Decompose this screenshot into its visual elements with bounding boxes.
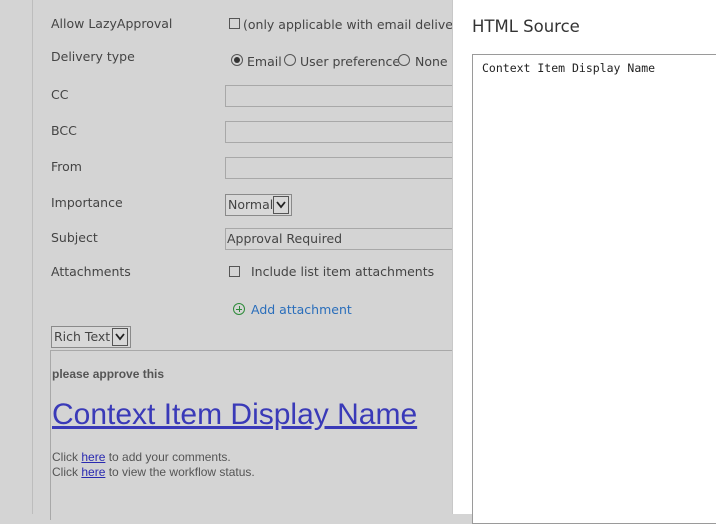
line1-suffix: to add your comments. xyxy=(105,450,231,464)
subject-field[interactable]: Approval Required xyxy=(225,228,455,250)
cc-field[interactable] xyxy=(225,85,455,107)
panel-title: HTML Source xyxy=(472,17,580,36)
include-attachments-checkbox[interactable] xyxy=(229,266,240,277)
line1-prefix: Click xyxy=(52,450,82,464)
delivery-user-preference-radio[interactable] xyxy=(284,54,296,66)
editor-line-1: Click here to add your comments. xyxy=(52,450,231,464)
add-attachment-link[interactable]: Add attachment xyxy=(251,302,352,317)
attachments-label: Attachments xyxy=(51,264,131,279)
editor-intro-text: please approve this xyxy=(52,367,165,381)
importance-value: Normal xyxy=(228,197,274,212)
importance-label: Importance xyxy=(51,195,123,210)
include-attachments-label: Include list item attachments xyxy=(251,264,435,279)
delivery-none-radio[interactable] xyxy=(398,54,410,66)
cc-label: CC xyxy=(51,87,69,102)
left-gutter xyxy=(0,0,33,514)
html-source-text: Context Item Display Name xyxy=(482,61,656,75)
html-source-panel: HTML Source Context Item Display Name xyxy=(452,0,716,524)
delivery-email-label: Email xyxy=(247,54,282,69)
lazy-approval-note: (only applicable with email delivery) xyxy=(243,17,471,32)
lazy-approval-label: Allow LazyApproval xyxy=(51,16,173,31)
delivery-user-preference-label: User preference xyxy=(300,54,401,69)
add-circle-icon[interactable] xyxy=(233,303,245,315)
from-label: From xyxy=(51,159,82,174)
subject-label: Subject xyxy=(51,230,98,245)
delivery-email-radio[interactable] xyxy=(231,54,243,66)
from-field[interactable] xyxy=(225,157,455,179)
editor-line-2: Click here to view the workflow status. xyxy=(52,465,255,479)
chevron-down-icon xyxy=(273,196,289,214)
format-select[interactable]: Rich Text xyxy=(51,326,131,348)
format-value: Rich Text xyxy=(54,329,111,344)
importance-select[interactable]: Normal xyxy=(225,194,292,216)
chevron-down-icon xyxy=(112,328,128,346)
line2-prefix: Click xyxy=(52,465,82,479)
delivery-none-label: None xyxy=(415,54,448,69)
lazy-approval-checkbox[interactable] xyxy=(229,18,240,29)
bcc-label: BCC xyxy=(51,123,77,138)
line2-suffix: to view the workflow status. xyxy=(105,465,255,479)
comments-here-link[interactable]: here xyxy=(81,450,105,464)
context-item-link[interactable]: Context Item Display Name xyxy=(52,398,417,432)
html-source-textarea[interactable]: Context Item Display Name xyxy=(472,54,716,524)
workflow-status-here-link[interactable]: here xyxy=(81,465,105,479)
bcc-field[interactable] xyxy=(225,121,455,143)
delivery-type-label: Delivery type xyxy=(51,49,135,64)
